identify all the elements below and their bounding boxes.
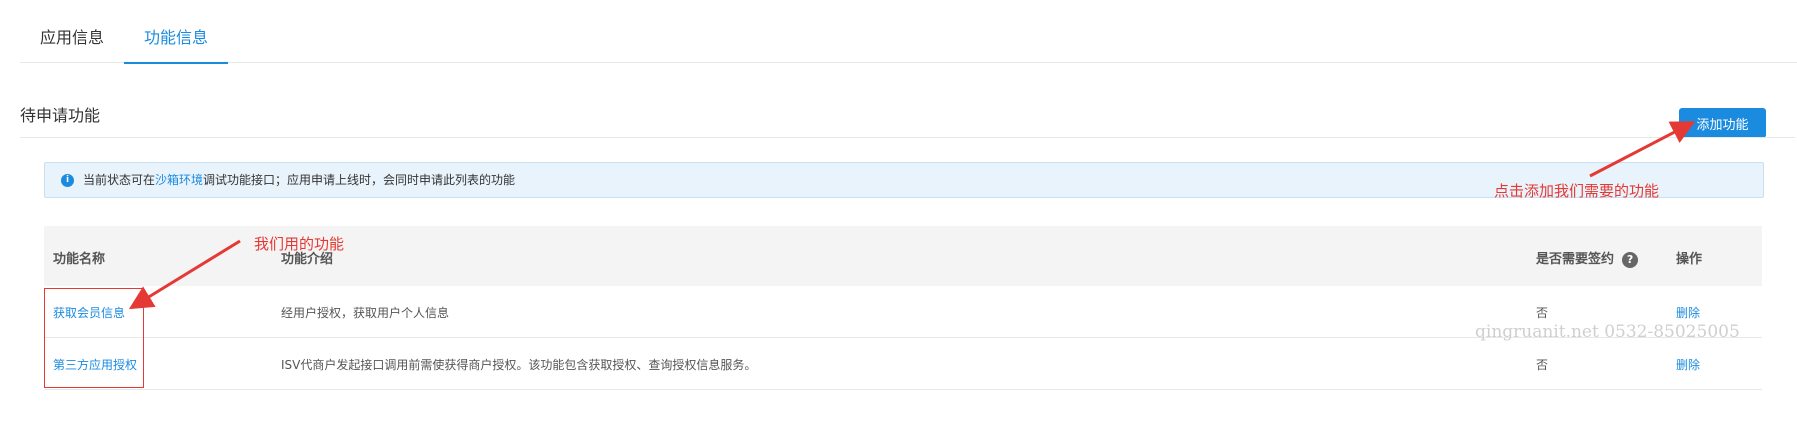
annotation-arrows [128,121,1696,310]
watermark: qingruanit.net 0532-85025005 [1475,322,1740,342]
arrow-left [128,239,241,310]
arrow-right [1589,121,1696,178]
